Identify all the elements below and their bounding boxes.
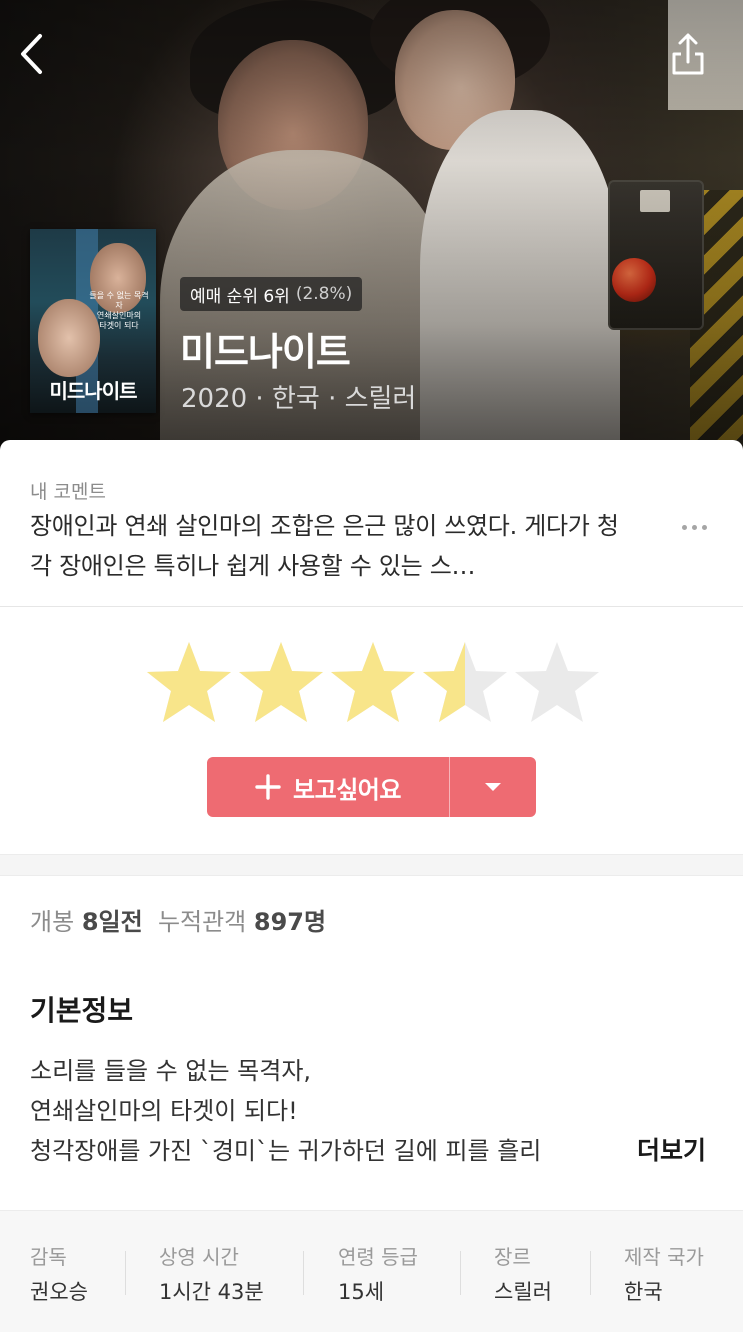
detail-age-rating: 연령 등급 15세: [338, 1241, 418, 1306]
caret-down-icon: [485, 783, 501, 791]
want-to-watch-main[interactable]: 보고싶어요: [207, 757, 449, 817]
detail-genre: 장르 스릴러: [494, 1241, 552, 1306]
detail-label: 장르: [494, 1245, 531, 1269]
star-icon[interactable]: [512, 638, 602, 728]
detail-separator: [125, 1251, 126, 1295]
detail-country: 제작 국가 한국: [624, 1241, 704, 1306]
share-button[interactable]: [664, 28, 712, 80]
audience-value: 897명: [253, 908, 327, 936]
more-options-button[interactable]: [674, 512, 714, 542]
star-icon[interactable]: [420, 638, 510, 728]
release-value: 8일전: [81, 908, 143, 936]
my-comment-section[interactable]: 내 코멘트 장애인과 연쇄 살인마의 조합은 은근 많이 쓰였다. 게다가 청각…: [0, 440, 743, 607]
detail-label: 연령 등급: [338, 1245, 418, 1269]
poster-tagline: 들을 수 없는 목격자 연쇄살인마의 타겟이 되다: [89, 291, 149, 330]
synopsis: 소리를 들을 수 없는 목격자, 연쇄살인마의 타겟이 되다! 청각장애를 가진…: [30, 1051, 720, 1171]
movie-poster[interactable]: 들을 수 없는 목격자 연쇄살인마의 타겟이 되다 미드나이트: [30, 229, 156, 413]
detail-card: 내 코멘트 장애인과 연쇄 살인마의 조합은 은근 많이 쓰였다. 게다가 청각…: [0, 440, 743, 1332]
detail-label: 제작 국가: [624, 1245, 704, 1269]
movie-meta: 2020 · 한국 · 스릴러: [181, 384, 417, 414]
synopsis-line: 연쇄살인마의 타겟이 되다!: [30, 1097, 298, 1125]
star-rating[interactable]: [144, 638, 602, 728]
detail-label: 상영 시간: [159, 1245, 239, 1269]
basic-info-heading: 기본정보: [30, 994, 134, 1027]
chevron-left-icon: [21, 34, 42, 74]
comment-text[interactable]: 장애인과 연쇄 살인마의 조합은 은근 많이 쓰였다. 게다가 청각 장애인은 …: [30, 506, 640, 586]
synopsis-line: 소리를 들을 수 없는 목격자,: [30, 1057, 312, 1085]
detail-value: 한국: [624, 1280, 663, 1304]
star-icon[interactable]: [144, 638, 234, 728]
want-to-watch-button[interactable]: 보고싶어요: [207, 757, 536, 817]
hero-banner: 들을 수 없는 목격자 연쇄살인마의 타겟이 되다 미드나이트 예매 순위 6위…: [0, 0, 743, 460]
detail-value: 15세: [338, 1280, 385, 1304]
dot-icon: [701, 524, 707, 530]
rating-section: 보고싶어요: [0, 608, 743, 854]
detail-label: 감독: [30, 1245, 67, 1269]
read-more-link[interactable]: 더보기: [637, 1131, 706, 1171]
rank-text: 예매 순위 6위: [190, 286, 290, 307]
movie-title: 미드나이트: [180, 330, 351, 374]
audience-label: 누적관객: [157, 908, 247, 936]
movie-details-table: 감독 권오승 상영 시간 1시간 43분 연령 등급 15세 장르 스릴러 제작…: [0, 1210, 743, 1332]
reservation-rank-badge: 예매 순위 6위 (2.8%): [180, 277, 363, 311]
dot-icon: [691, 524, 697, 530]
share-icon: [672, 33, 704, 75]
poster-title: 미드나이트: [49, 379, 138, 403]
release-info: 개봉 8일전 누적관객 897명: [30, 902, 326, 937]
detail-separator: [590, 1251, 591, 1295]
detail-runtime: 상영 시간 1시간 43분: [159, 1241, 264, 1306]
detail-value[interactable]: 권오승: [30, 1276, 88, 1306]
rank-share-text: (2.8%): [295, 284, 353, 304]
release-label: 개봉: [30, 908, 75, 936]
section-divider: [0, 854, 743, 876]
detail-separator: [303, 1251, 304, 1295]
detail-value: 1시간 43분: [159, 1280, 264, 1304]
comment-label: 내 코멘트: [30, 481, 106, 503]
detail-separator: [460, 1251, 461, 1295]
back-button[interactable]: [12, 30, 52, 78]
want-to-watch-dropdown[interactable]: [450, 757, 536, 817]
detail-value: 스릴러: [494, 1280, 552, 1304]
star-icon[interactable]: [328, 638, 418, 728]
star-icon[interactable]: [236, 638, 326, 728]
plus-icon: [255, 774, 281, 800]
want-to-watch-label: 보고싶어요: [293, 775, 401, 804]
dot-icon: [681, 524, 687, 530]
synopsis-line: 청각장애를 가진 `경미`는 귀가하던 길에 피를 흘리: [30, 1131, 630, 1171]
detail-director: 감독 권오승: [30, 1241, 88, 1306]
